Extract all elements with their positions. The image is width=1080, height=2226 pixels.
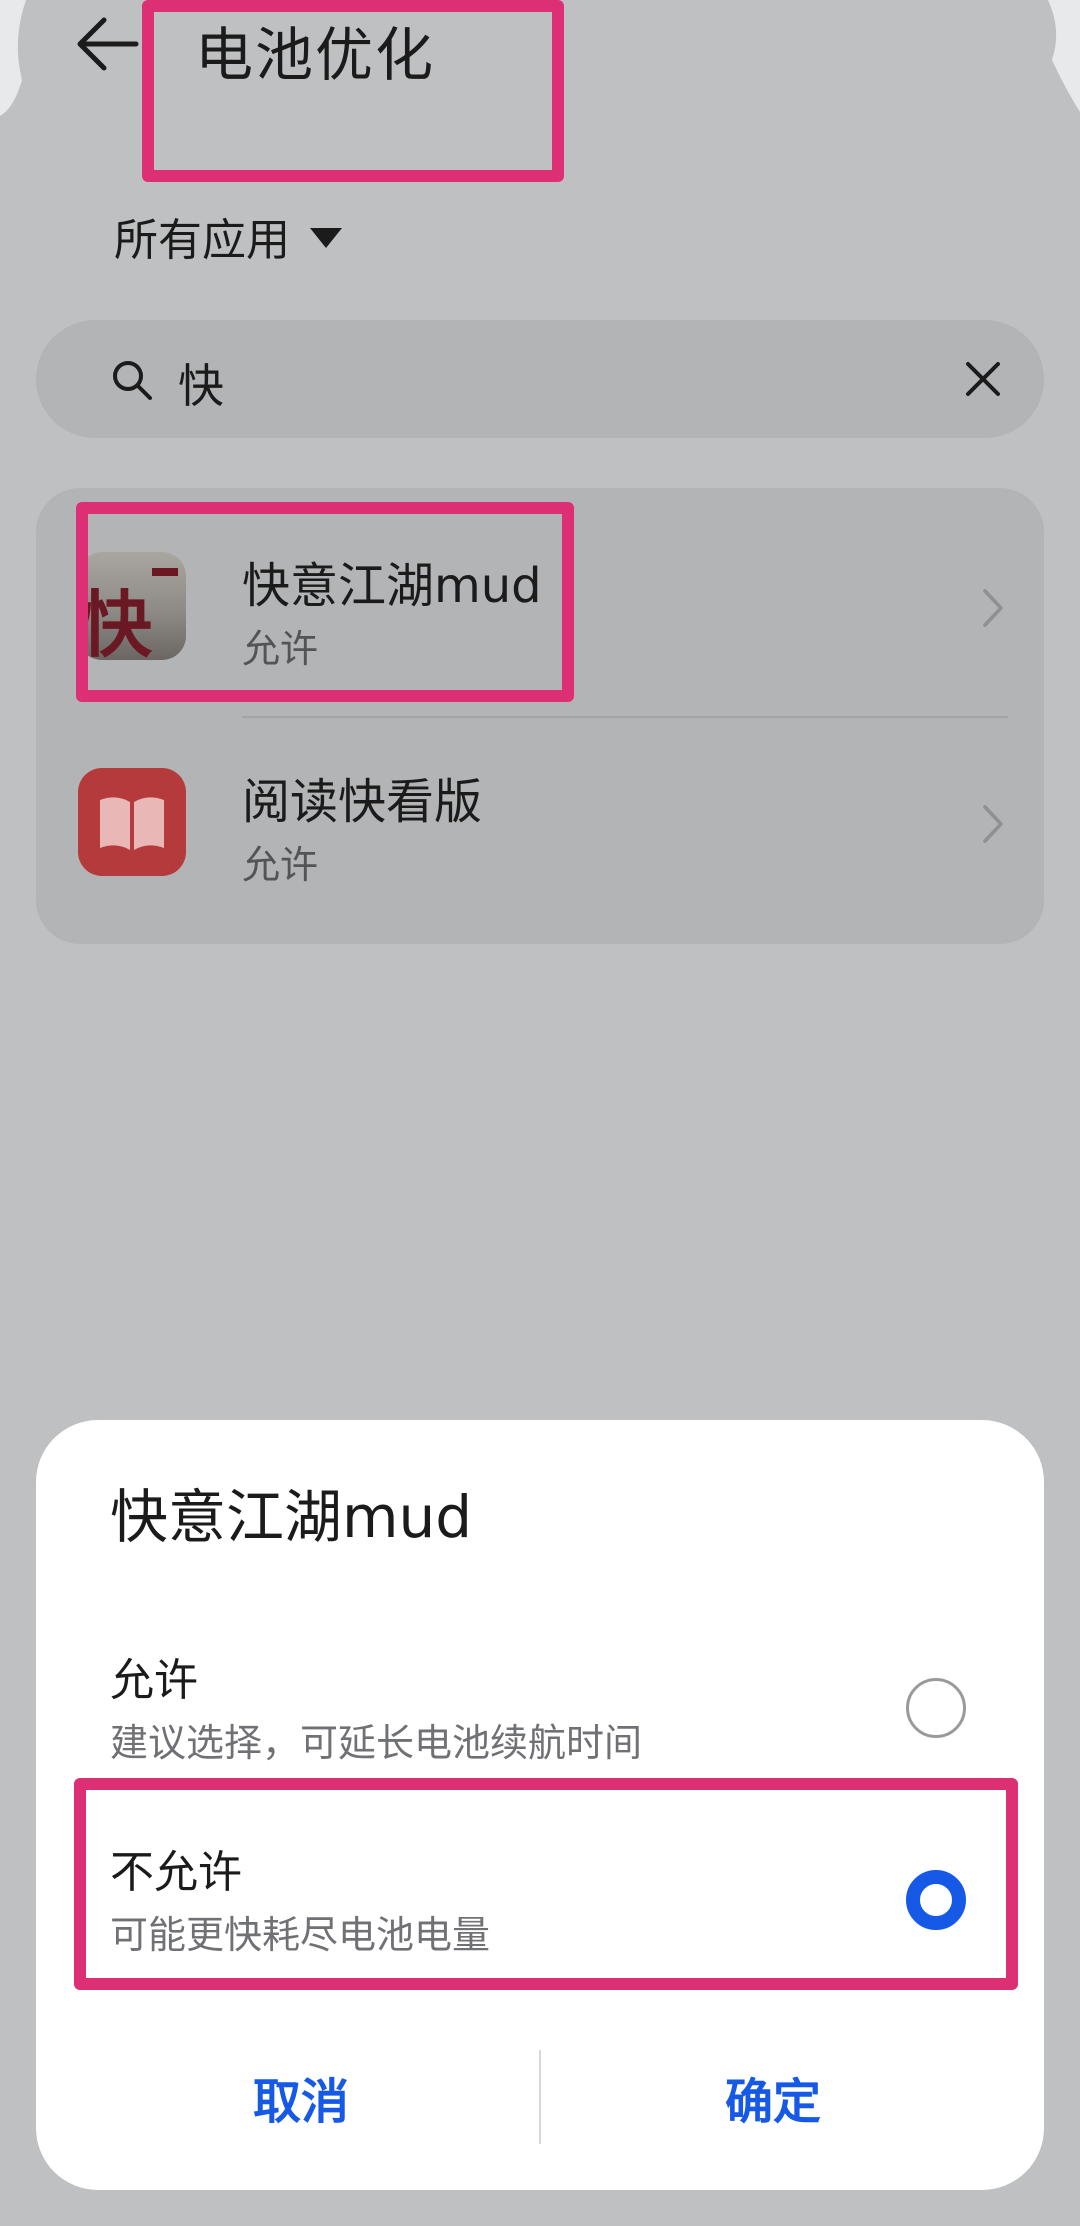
chevron-right-icon	[983, 589, 1003, 627]
confirm-button[interactable]: 确定	[540, 2040, 1006, 2154]
chevron-right-icon	[983, 805, 1003, 843]
dialog-actions: 取消 确定	[36, 2040, 1044, 2154]
book-app-icon	[78, 768, 186, 876]
battery-optimization-screen: 电池优化 所有应用 快 快 快意江湖mud 允许 阅读快看版 允许 快意江湖mu…	[0, 0, 1080, 2226]
highlight-box-title	[142, 0, 564, 182]
highlight-box-app	[76, 502, 574, 702]
search-query: 快	[178, 359, 224, 413]
option-label: 允许	[110, 1655, 198, 1706]
back-arrow-icon[interactable]	[74, 14, 140, 74]
radio-button[interactable]	[906, 1678, 966, 1738]
highlight-box-option	[74, 1778, 1018, 1990]
app-status: 允许	[242, 843, 319, 887]
option-description: 建议选择，可延长电池续航时间	[110, 1721, 643, 1765]
app-name: 阅读快看版	[242, 774, 483, 830]
corner-decoration	[0, 0, 26, 116]
cancel-button[interactable]: 取消	[68, 2040, 534, 2154]
dialog-title: 快意江湖mud	[110, 1483, 473, 1551]
close-icon[interactable]	[962, 358, 1004, 400]
search-input[interactable]: 快	[36, 320, 1044, 438]
search-icon	[113, 361, 152, 400]
list-item[interactable]: 阅读快看版 允许	[36, 704, 1044, 920]
filter-label: 所有应用	[114, 215, 290, 266]
caret-down-icon	[310, 228, 342, 248]
app-filter-dropdown[interactable]: 所有应用	[114, 204, 342, 268]
corner-decoration	[1048, 0, 1080, 112]
